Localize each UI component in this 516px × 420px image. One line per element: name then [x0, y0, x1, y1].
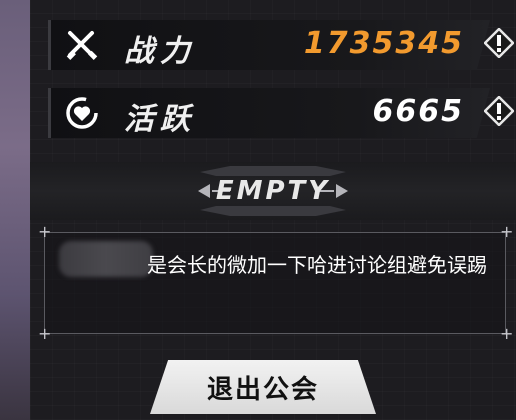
- corner-plus-icon: +: [38, 222, 52, 241]
- corner-plus-icon: +: [500, 222, 514, 241]
- quit-guild-button[interactable]: 退出公会: [150, 360, 376, 414]
- crossed-swords-icon: [62, 25, 102, 65]
- empty-badge: EMPTY: [30, 162, 516, 220]
- redacted-area: [59, 241, 153, 277]
- heart-refresh-icon: [62, 93, 102, 133]
- power-info-button[interactable]: [482, 26, 516, 60]
- guild-notice-box: + + + + 是会长的微加一下哈进讨论组避免误踢: [38, 224, 513, 342]
- guild-notice-text: 是会长的微加一下哈进讨论组避免误踢: [147, 253, 487, 277]
- activity-value: 6665: [372, 94, 464, 129]
- exclamation-info-icon: [484, 28, 514, 58]
- quit-guild-area: 退出公会: [150, 360, 376, 420]
- power-label: 战力: [124, 34, 196, 69]
- exclamation-info-icon: [484, 96, 514, 126]
- activity-info-button[interactable]: [482, 94, 516, 128]
- activity-label: 活跃: [124, 102, 196, 137]
- corner-plus-icon: +: [38, 324, 52, 343]
- power-value: 1735345: [303, 26, 464, 61]
- empty-badge-text: EMPTY: [215, 176, 331, 206]
- corner-plus-icon: +: [500, 324, 514, 343]
